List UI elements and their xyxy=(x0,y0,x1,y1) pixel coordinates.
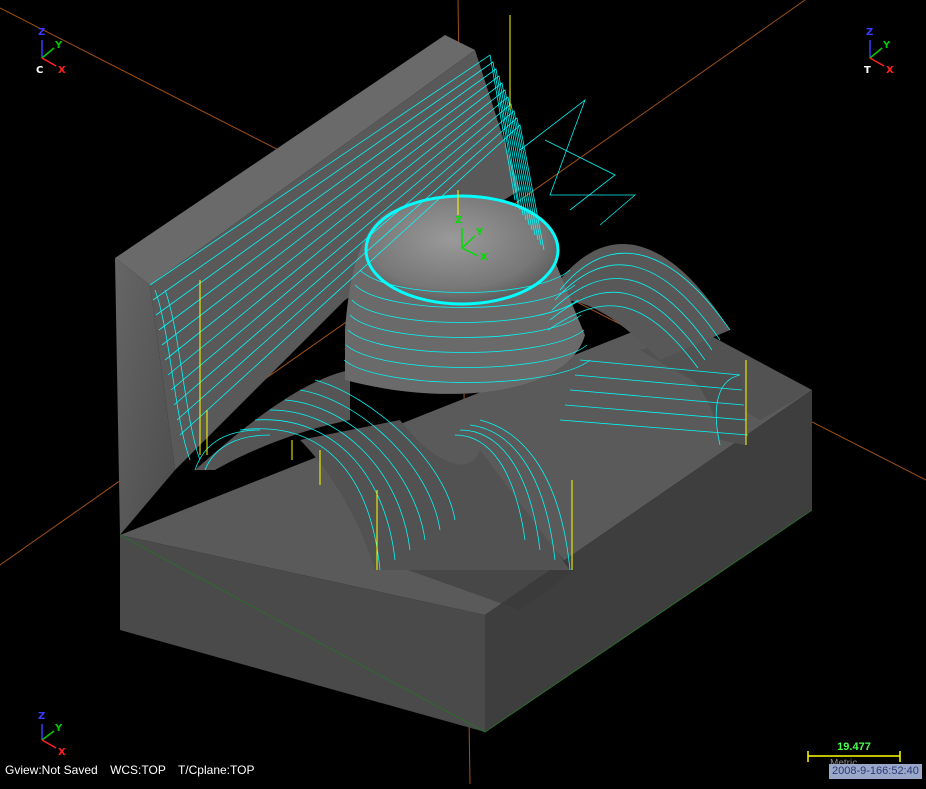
wcs-status[interactable]: WCS:TOP xyxy=(110,763,166,777)
timestamp-badge: 2008-9-166:52:40 xyxy=(829,764,922,779)
center-triad-x-label: X xyxy=(480,252,488,263)
gview-status[interactable]: Gview:Not Saved xyxy=(5,763,98,777)
triad-origin-label: T xyxy=(864,65,871,76)
center-triad-y-label: Y xyxy=(476,227,484,238)
view-triad-top-left: Z Y C X xyxy=(34,28,74,78)
triad-z-label: Z xyxy=(38,27,46,38)
center-triad-z-label: Z xyxy=(455,215,463,226)
triad-z-label: Z xyxy=(866,27,874,38)
triad-origin-label: C xyxy=(36,65,44,76)
triad-y-label: Y xyxy=(55,723,63,734)
triad-z-label: Z xyxy=(38,711,46,722)
triad-y-label: Y xyxy=(55,40,63,51)
triad-x-label: X xyxy=(886,65,894,76)
view-triad-bottom-left: Z Y X xyxy=(34,712,74,762)
status-bar: Gview:Not Saved WCS:TOP T/Cplane:TOP xyxy=(5,763,263,777)
triad-x-label: X xyxy=(58,65,66,76)
scale-value: 19.477 xyxy=(837,741,871,753)
triad-x-label: X xyxy=(58,747,66,758)
view-triad-top-right: Z Y T X xyxy=(862,28,902,78)
graphics-viewport[interactable]: Z Y X Z Y C X Z Y T X Z Y X 19.477 Metri… xyxy=(0,0,926,785)
triad-y-label: Y xyxy=(883,40,891,51)
tcplane-status[interactable]: T/Cplane:TOP xyxy=(178,763,254,777)
model-canvas[interactable] xyxy=(0,0,926,785)
